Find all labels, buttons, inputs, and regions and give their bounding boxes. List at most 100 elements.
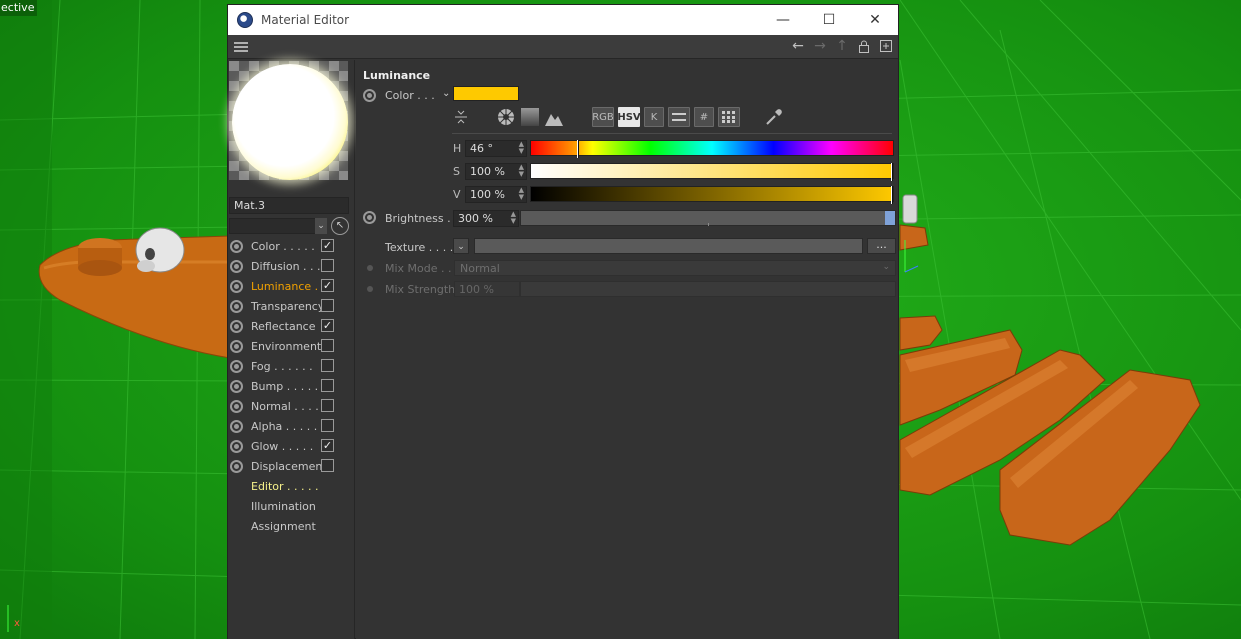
hue-slider[interactable] [530, 140, 894, 158]
channel-checkbox-color[interactable]: ✓ [321, 239, 334, 252]
hsv-mode-button[interactable]: HSV [617, 107, 641, 127]
mixstrength-input[interactable]: 100 % [454, 281, 520, 297]
maximize-button[interactable]: ☐ [806, 5, 852, 35]
minimize-button[interactable]: — [760, 5, 806, 35]
channel-radio-icon[interactable] [230, 419, 243, 433]
channel-checkbox-diffusion[interactable] [321, 259, 334, 272]
back-arrow-icon[interactable]: ← [790, 38, 806, 54]
item-editor[interactable]: Editor . . . . . [228, 476, 355, 496]
material-selector[interactable] [229, 218, 327, 234]
window-title: Material Editor [261, 13, 350, 27]
section-title: Luminance [363, 69, 431, 82]
channel-radio-icon[interactable] [230, 279, 243, 293]
stepper-icon[interactable]: ▲ ▼ [511, 211, 516, 225]
item-illumination[interactable]: Illumination [228, 496, 355, 516]
spectrum-icon[interactable] [520, 107, 540, 127]
brightness-slider-handle[interactable] [885, 211, 895, 225]
mixmode-dot [367, 265, 373, 271]
item-label: Editor . . . . . [251, 479, 319, 493]
title-bar[interactable]: Material Editor — ☐ ✕ [228, 5, 898, 35]
channel-checkbox-displacement[interactable] [321, 459, 334, 472]
channel-radio-icon[interactable] [230, 439, 243, 453]
channel-diffusion[interactable]: Diffusion . . . [228, 256, 355, 276]
texture-field[interactable] [474, 238, 863, 254]
mixer-icon[interactable] [668, 107, 690, 127]
channel-checkbox-alpha[interactable] [321, 419, 334, 432]
channel-label: Alpha . . . . . [251, 419, 318, 433]
brightness-animate-radio-icon[interactable] [363, 211, 376, 224]
channel-label: Transparency [251, 299, 325, 313]
color-swatch[interactable] [453, 86, 519, 101]
channel-radio-icon[interactable] [230, 259, 243, 273]
lock-icon[interactable] [856, 38, 872, 54]
channel-radio-icon[interactable] [230, 239, 243, 253]
rgb-mode-button[interactable]: RGB [592, 107, 614, 127]
value-slider-handle[interactable] [891, 186, 893, 204]
up-arrow-icon[interactable]: ↑ [834, 38, 850, 54]
item-assignment[interactable]: Assignment [228, 516, 355, 536]
hue-input[interactable]: 46 ° ▲ ▼ [465, 140, 527, 157]
brightness-slider[interactable] [520, 210, 896, 226]
hue-slider-handle[interactable] [577, 140, 579, 158]
material-preview[interactable] [229, 61, 348, 180]
brightness-value: 300 % [458, 212, 493, 225]
channel-checkbox-glow[interactable]: ✓ [321, 439, 334, 452]
channel-checkbox-environment[interactable] [321, 339, 334, 352]
material-editor-window: Material Editor — ☐ ✕ ← → ↑ Mat.3 ⌄ ↖ Co… [227, 4, 899, 639]
mixstrength-slider[interactable] [520, 281, 896, 297]
material-name-field[interactable]: Mat.3 [229, 197, 349, 214]
channel-radio-icon[interactable] [230, 379, 243, 393]
eyedropper-icon[interactable] [764, 107, 784, 127]
channel-normal[interactable]: Normal . . . . [228, 396, 355, 416]
swatches-grid-icon[interactable] [718, 107, 740, 127]
new-window-icon[interactable] [878, 38, 894, 54]
saturation-slider[interactable] [530, 163, 894, 181]
channel-radio-icon[interactable] [230, 319, 243, 333]
channel-checkbox-reflectance[interactable]: ✓ [321, 319, 334, 332]
channel-glow[interactable]: Glow . . . . . ✓ [228, 436, 355, 456]
mixmode-select[interactable]: Normal ⌄ [454, 260, 896, 276]
channel-panel: Mat.3 ⌄ ↖ Color . . . . . ✓ Diffusion . … [228, 60, 355, 639]
close-button[interactable]: ✕ [852, 5, 898, 35]
texture-browse-button[interactable]: ... [867, 238, 896, 254]
channel-radio-icon[interactable] [230, 359, 243, 373]
hex-mode-button[interactable]: # [694, 107, 714, 127]
channel-reflectance[interactable]: Reflectance ✓ [228, 316, 355, 336]
channel-checkbox-luminance[interactable]: ✓ [321, 279, 334, 292]
channel-luminance[interactable]: Luminance . . ✓ [228, 276, 355, 296]
chevron-down-icon[interactable]: ⌄ [315, 218, 327, 234]
channel-radio-icon[interactable] [230, 399, 243, 413]
value-input[interactable]: 100 % ▲ ▼ [465, 186, 527, 203]
channel-checkbox-transparency[interactable] [321, 299, 334, 312]
channel-bump[interactable]: Bump . . . . . [228, 376, 355, 396]
channel-displacement[interactable]: Displacement [228, 456, 355, 476]
channel-radio-icon[interactable] [230, 299, 243, 313]
collapse-icon[interactable] [452, 107, 470, 127]
channel-radio-icon[interactable] [230, 339, 243, 353]
kelvin-mode-button[interactable]: K [644, 107, 664, 127]
value-slider[interactable] [530, 186, 894, 204]
color-wheel-icon[interactable] [496, 107, 516, 127]
channel-transparency[interactable]: Transparency [228, 296, 355, 316]
color-animate-radio-icon[interactable] [363, 89, 376, 102]
channel-fog[interactable]: Fog . . . . . . [228, 356, 355, 376]
stepper-icon[interactable]: ▲ ▼ [519, 187, 524, 201]
channel-checkbox-normal[interactable] [321, 399, 334, 412]
chevron-down-icon[interactable]: ⌄ [453, 238, 469, 254]
channel-alpha[interactable]: Alpha . . . . . [228, 416, 355, 436]
saturation-slider-handle[interactable] [891, 163, 893, 181]
saturation-input[interactable]: 100 % ▲ ▼ [465, 163, 527, 180]
channel-checkbox-bump[interactable] [321, 379, 334, 392]
pick-material-icon[interactable]: ↖ [331, 217, 349, 235]
stepper-icon[interactable]: ▲ ▼ [519, 164, 524, 178]
image-picker-icon[interactable] [544, 107, 564, 127]
chevron-down-icon[interactable]: ⌄ [442, 88, 450, 99]
channel-checkbox-fog[interactable] [321, 359, 334, 372]
channel-radio-icon[interactable] [230, 459, 243, 473]
forward-arrow-icon[interactable]: → [812, 38, 828, 54]
menu-icon[interactable] [234, 40, 248, 54]
brightness-input[interactable]: 300 % ▲ ▼ [453, 210, 519, 227]
stepper-icon[interactable]: ▲ ▼ [519, 141, 524, 155]
channel-color[interactable]: Color . . . . . ✓ [228, 236, 355, 256]
channel-environment[interactable]: Environment [228, 336, 355, 356]
